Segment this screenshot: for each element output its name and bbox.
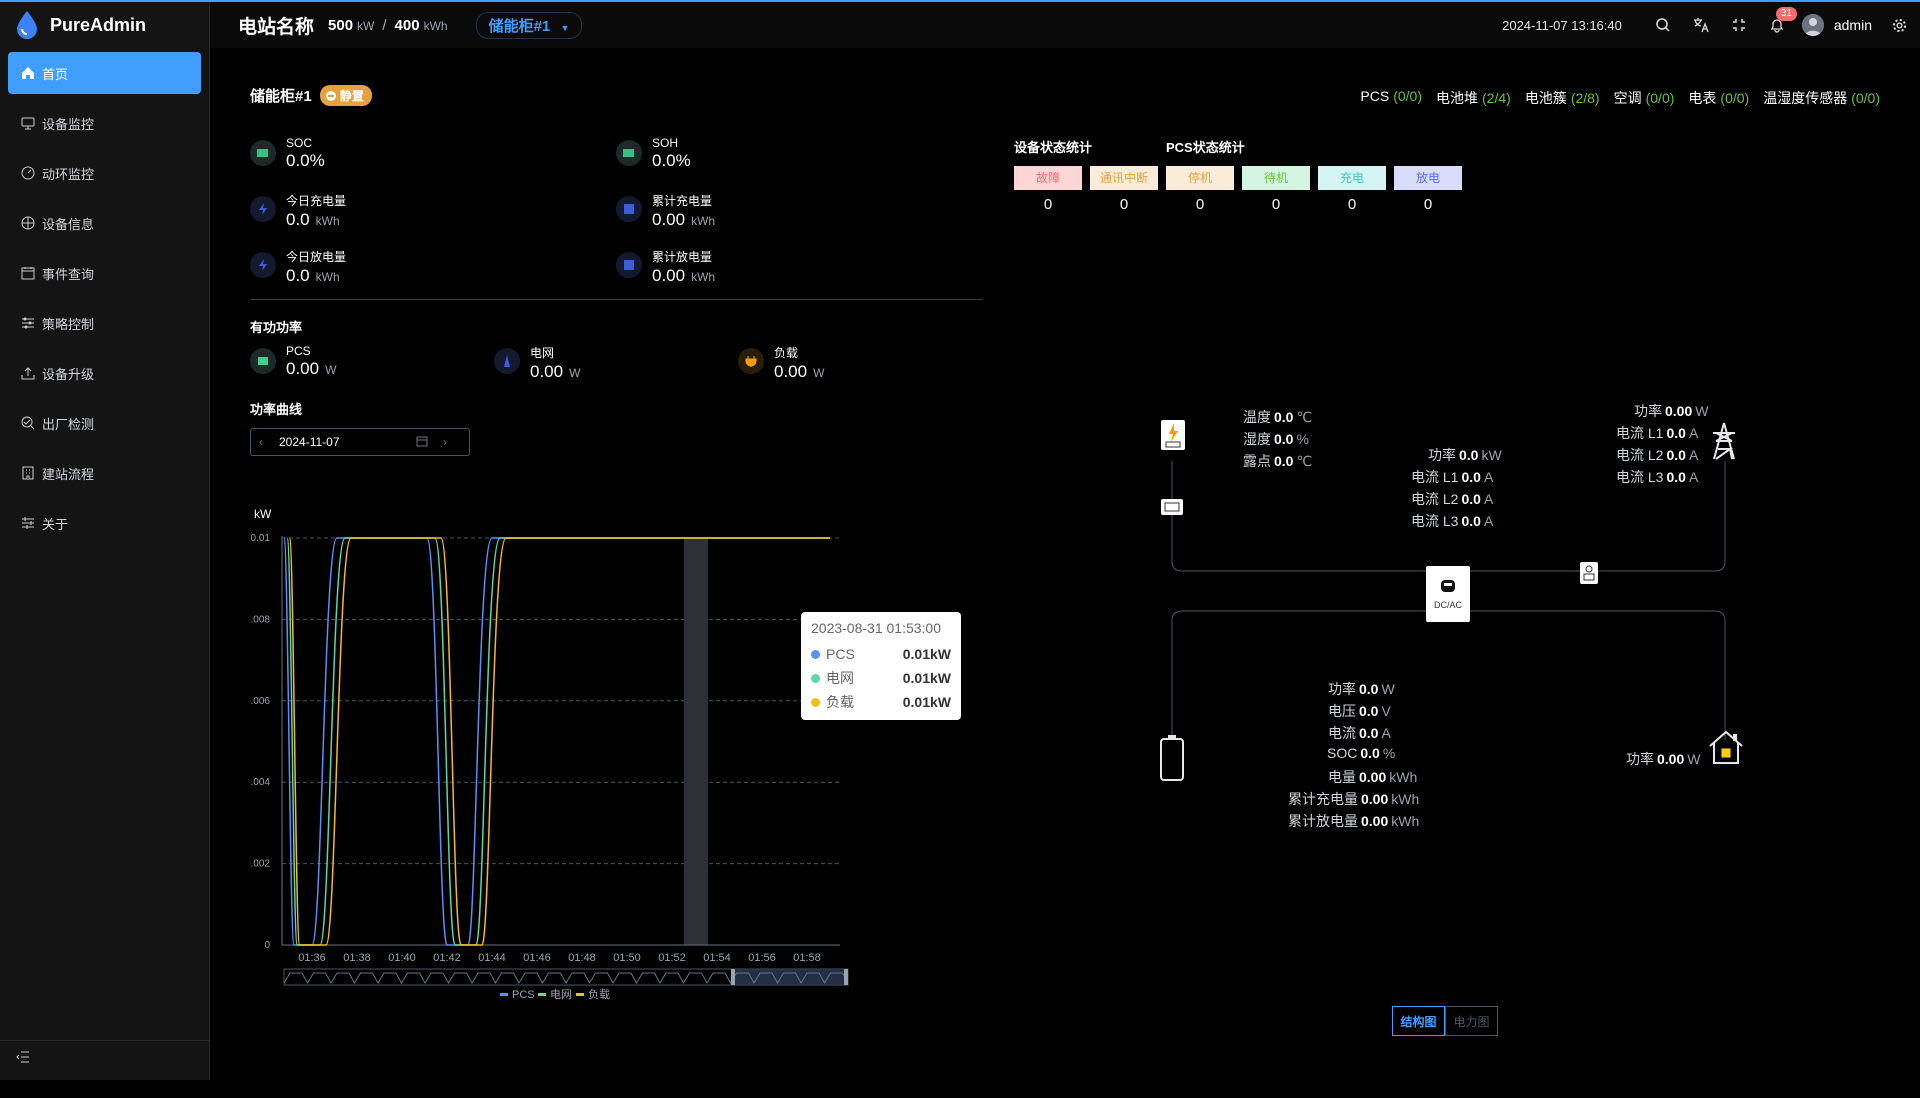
about-icon <box>20 515 36 531</box>
meter-icon[interactable] <box>1161 499 1183 515</box>
home-load-icon <box>1707 728 1745 766</box>
sliders-icon <box>20 315 36 331</box>
translate-icon[interactable] <box>1692 16 1710 34</box>
sidebar-item-device-info[interactable]: 设备信息 <box>8 202 201 244</box>
dcac-converter-icon[interactable]: DC/AC <box>1426 566 1470 622</box>
grid-current-l1: 电流 L1 0.0 A <box>1616 425 1699 441</box>
calendar-icon <box>20 265 36 281</box>
current-datetime: 2024-11-07 13:16:40 <box>1502 17 1622 33</box>
battery-power: 功率 0.0 W <box>1328 681 1395 697</box>
battery-pack-icon <box>1159 734 1185 782</box>
env-temperature: 温度 0.0 ℃ <box>1243 409 1313 425</box>
power-tower-icon <box>1707 421 1741 461</box>
cabinet-select[interactable]: 储能柜#1 ▼ <box>475 11 583 39</box>
sidebar-item-label: 首页 <box>42 66 69 82</box>
battery-current: 电流 0.0 A <box>1328 725 1391 741</box>
tab-power-diagram[interactable]: 电力图 <box>1445 1006 1498 1036</box>
main-content: 储能柜#1 静置 PCS (0/0) 电池堆 (2/4) 电池簇 (2/8) 空调 (0/0)… <box>211 48 1920 1080</box>
env-sensor-icon[interactable] <box>1161 420 1185 450</box>
grid-meter-icon[interactable] <box>1580 562 1598 584</box>
battery-soc: SOC 0.0% <box>1327 745 1396 761</box>
header-actions: 2024-11-07 13:16:40 31 admin <box>1502 2 1908 48</box>
sidebar-item-label: 关于 <box>42 516 69 532</box>
sidebar-item-factory-test[interactable]: 出厂检测 <box>8 402 201 444</box>
station-capacity: 400 <box>394 16 420 34</box>
sidebar-item-label: 动环监控 <box>42 166 95 182</box>
bell-icon[interactable]: 31 <box>1768 7 1797 34</box>
avatar[interactable] <box>1801 14 1824 36</box>
sidebar-item-home[interactable]: 首页 <box>8 52 201 94</box>
monitor-icon <box>20 115 36 131</box>
sidebar-item-about[interactable]: 关于 <box>8 502 201 544</box>
gauge-icon <box>20 165 36 181</box>
battery-total-discharge: 累计放电量 0.00 kWh <box>1288 813 1420 829</box>
station-power-unit: kW <box>357 18 375 33</box>
top-header: 电站名称 500 kW / 400 kWh 储能柜#1 ▼ 2024-11-07 13:… <box>211 2 1920 48</box>
sidebar-item-label: 设备监控 <box>42 116 95 132</box>
logo[interactable]: PureAdmin <box>0 2 209 48</box>
sidebar-item-device-monitor[interactable]: 设备监控 <box>8 102 201 144</box>
load-power: 功率 0.00 W <box>1626 751 1701 767</box>
grid-power: 功率 0.00 W <box>1634 403 1709 419</box>
pcs-current-l1: 电流 L1 0.0 A <box>1411 469 1494 485</box>
battery-energy: 电量 0.00 kWh <box>1328 769 1418 785</box>
battery-voltage: 电压 0.0 V <box>1328 703 1391 719</box>
sidebar-item-station-build[interactable]: 建站流程 <box>8 452 201 494</box>
sidebar-item-strategy-control[interactable]: 策略控制 <box>8 302 201 344</box>
sidebar-item-env-monitor[interactable]: 动环监控 <box>8 152 201 194</box>
sidebar-footer <box>0 1040 209 1080</box>
grid-current-l3: 电流 L3 0.0 A <box>1616 469 1699 485</box>
dcac-label: DC/AC <box>1433 600 1462 610</box>
username[interactable]: admin <box>1834 17 1872 33</box>
app-name: PureAdmin <box>50 14 147 35</box>
sidebar-item-label: 设备升级 <box>42 366 95 382</box>
sidebar-item-label: 设备信息 <box>42 216 95 232</box>
sidebar: PureAdmin 首页 设备监控 动环监控 设备信息 事件查询 策略控制 设备… <box>0 2 210 1080</box>
building-icon <box>20 465 36 481</box>
upload-icon <box>20 365 36 381</box>
sidebar-item-label: 建站流程 <box>42 466 95 482</box>
notification-badge: 31 <box>1775 7 1797 21</box>
sidebar-item-label: 事件查询 <box>42 266 95 282</box>
station-power: 500 <box>328 16 354 34</box>
sidebar-item-label: 策略控制 <box>42 316 95 332</box>
station-spec: 500 kW / 400 kWh <box>328 17 448 34</box>
settings-gear-icon[interactable] <box>1890 16 1908 34</box>
topology-diagram <box>1171 461 1726 740</box>
home-icon <box>20 65 36 81</box>
env-humidity: 湿度 0.0% <box>1243 431 1309 447</box>
sidebar-menu: 首页 设备监控 动环监控 设备信息 事件查询 策略控制 设备升级 出厂检测 建站… <box>0 52 209 544</box>
pcs-current-l3: 电流 L3 0.0 A <box>1411 513 1494 529</box>
sidebar-item-label: 出厂检测 <box>42 416 95 432</box>
battery-total-charge: 累计充电量 0.00 kWh <box>1288 791 1420 807</box>
sidebar-item-device-upgrade[interactable]: 设备升级 <box>8 352 201 394</box>
view-tabs: 结构图 电力图 <box>1392 1006 1498 1036</box>
pcs-power: 功率 0.0 kW <box>1428 447 1502 463</box>
logo-drop-icon <box>17 11 37 39</box>
station-name: 电站名称 <box>238 16 315 38</box>
collapse-sidebar-icon[interactable] <box>16 1050 34 1068</box>
check-icon <box>20 415 36 431</box>
pcs-current-l2: 电流 L2 0.0 A <box>1411 491 1494 507</box>
sidebar-item-event-query[interactable]: 事件查询 <box>8 252 201 294</box>
station-capacity-unit: kWh <box>423 18 448 33</box>
env-dewpoint: 露点 0.0 ℃ <box>1243 453 1313 469</box>
tab-structure-diagram[interactable]: 结构图 <box>1392 1006 1445 1036</box>
search-icon[interactable] <box>1654 16 1672 34</box>
grid-current-l2: 电流 L2 0.0 A <box>1616 447 1699 463</box>
info-icon <box>20 215 36 231</box>
station-spec-separator: / <box>382 16 387 34</box>
fullscreen-icon[interactable] <box>1730 16 1748 34</box>
cabinet-select-value: 储能柜#1 <box>488 17 551 35</box>
caret-down-icon: ▼ <box>560 22 570 33</box>
